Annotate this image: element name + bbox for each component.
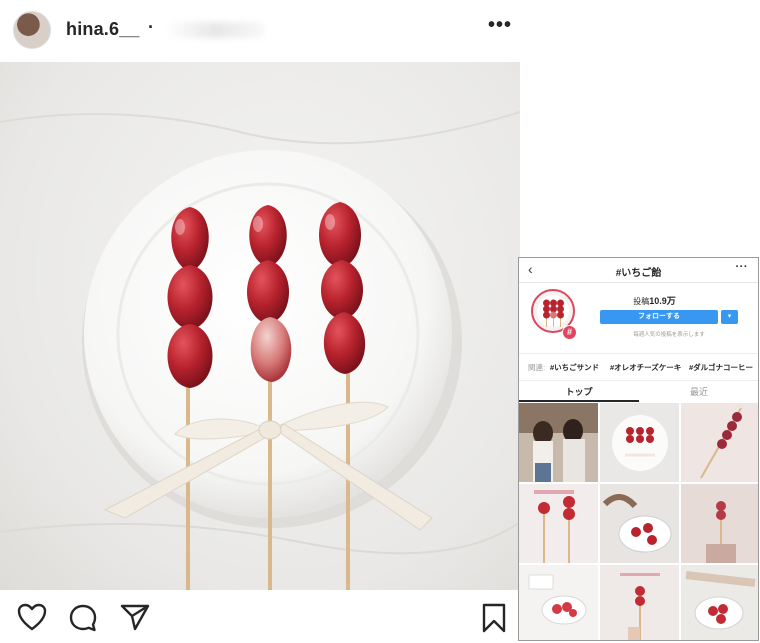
separator: · — [148, 17, 154, 37]
more-dots-icon[interactable]: ··· — [736, 261, 749, 273]
more-dots-icon[interactable]: ••• — [488, 14, 512, 37]
follow-button[interactable]: フォローする — [600, 310, 718, 324]
bookmark-icon[interactable] — [481, 603, 507, 633]
avatar[interactable] — [13, 11, 51, 49]
hashtag-page-inset: ‹ #いちご飴 ··· # 投稿10.9万 フォローする ▾ 毎週人気の投稿を表… — [518, 257, 759, 641]
grid-photo[interactable] — [600, 484, 679, 563]
posts-label: 投稿 — [633, 297, 650, 306]
grid-photo[interactable] — [681, 565, 758, 640]
post-photo[interactable] — [0, 62, 520, 590]
post-header: hina.6__ · ••• — [0, 0, 520, 62]
posts-count: 10.9万 — [649, 296, 676, 306]
tab-recent[interactable]: 最近 — [639, 385, 758, 398]
related-label: 関連: — [528, 363, 546, 372]
grid-photo[interactable] — [681, 403, 758, 482]
grid-photo[interactable] — [600, 565, 679, 640]
heart-icon[interactable] — [17, 603, 47, 631]
photo-grid — [519, 403, 758, 640]
comment-icon[interactable] — [68, 603, 98, 633]
share-icon[interactable] — [120, 603, 150, 631]
action-bar — [0, 590, 520, 643]
related-tag[interactable]: #ダルゴナコーヒー — [689, 362, 753, 373]
grid-photo[interactable] — [600, 403, 679, 482]
chevron-down-icon[interactable]: ▾ — [721, 310, 738, 324]
active-tab-indicator — [519, 400, 639, 402]
related-tag[interactable]: #いちごサンド — [550, 362, 599, 373]
grid-photo[interactable] — [519, 403, 598, 482]
hashtag-title: #いちご飴 — [615, 268, 662, 279]
hashtag-badge-icon: # — [562, 325, 577, 340]
strawberry-candy-illustration — [0, 111, 520, 590]
grid-photo[interactable] — [681, 484, 758, 563]
inset-top-bar: ‹ #いちご飴 ··· — [519, 258, 758, 283]
tab-top[interactable]: トップ — [519, 385, 639, 398]
username[interactable]: hina.6__ — [66, 19, 140, 40]
post-count: 投稿10.9万 — [519, 294, 758, 307]
related-tag[interactable]: #オレオチーズケーキ — [610, 362, 681, 373]
grid-photo[interactable] — [519, 484, 598, 563]
grid-photo[interactable] — [519, 565, 598, 640]
follow-note: 毎週人気の投稿を表示します — [633, 332, 705, 338]
related-tags: 関連: #いちごサンド #オレオチーズケーキ #ダルゴナコーヒー — [519, 353, 758, 381]
blurred-location — [165, 22, 265, 38]
